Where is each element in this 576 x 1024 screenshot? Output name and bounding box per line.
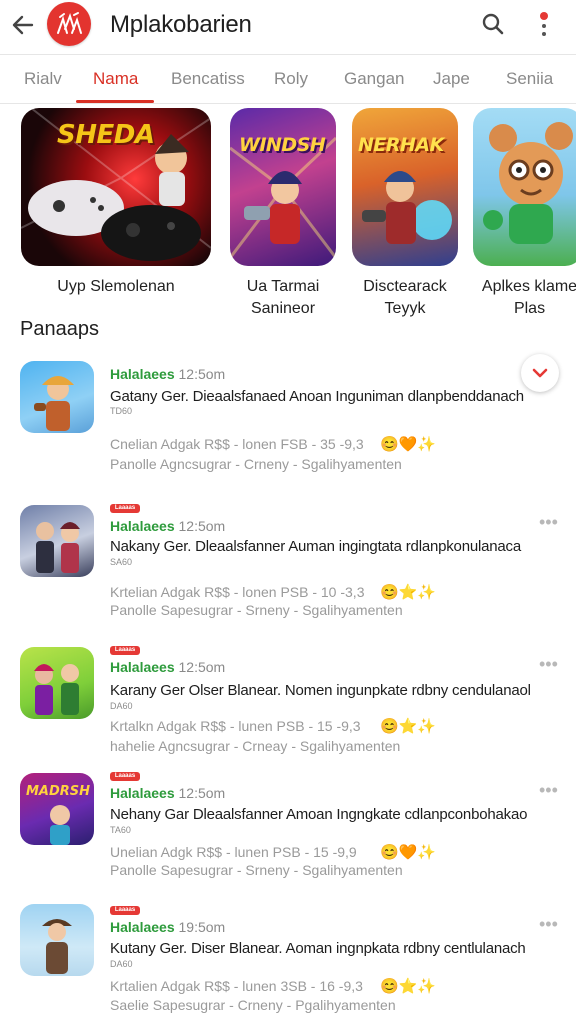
reaction-icons: 😊🧡✨ — [380, 436, 437, 453]
publisher-line: Halalaees 12:5om — [110, 518, 225, 534]
more-horiz-icon[interactable]: ••• — [539, 780, 558, 801]
list-item[interactable]: Laaaas Halalaees 19:5om ••• Kutany Ger. … — [0, 904, 576, 1024]
featured-card-4[interactable] — [473, 108, 576, 266]
featured-label-line: Ua Tarmai — [246, 278, 320, 295]
publisher-line: Halalaees 12:5om — [110, 659, 225, 675]
more-horiz-icon[interactable]: ••• — [539, 914, 558, 935]
featured-art-title: NERHAK — [358, 134, 444, 156]
publish-time: 12:5om — [178, 659, 226, 675]
item-title: Karany Ger Olser Blanear. Nomen ingunpka… — [110, 682, 531, 699]
publisher-name: Halalaees — [110, 785, 175, 801]
tab-jape[interactable]: Jape — [433, 69, 470, 89]
new-badge: Laaaas — [110, 504, 140, 513]
new-badge: Laaaas — [110, 906, 140, 915]
publisher-line: Halalaees 12:5om — [110, 785, 225, 801]
list-item[interactable]: MADRSH Laaaas Halalaees 12:5om ••• Nehan… — [0, 770, 576, 890]
featured-label-line: Teyyk — [384, 300, 426, 317]
item-subcode: TD60 — [110, 406, 133, 416]
publish-time: 12:5om — [178, 366, 226, 382]
publisher-line: Halalaees 12:5om — [110, 366, 225, 382]
featured-label-4: Aplkes klame Plas — [473, 276, 576, 320]
featured-label-line: Sanineor — [250, 300, 316, 317]
search-icon[interactable] — [479, 10, 507, 38]
item-detail-line: Saelie Sapesugrar - Crneny - Pgalihyamen… — [110, 997, 396, 1013]
app-icon — [20, 904, 94, 976]
featured-label-3: Disctearack Teyyk — [342, 276, 468, 320]
more-horiz-icon[interactable]: ••• — [539, 512, 558, 533]
tab-seniia[interactable]: Seniia — [506, 69, 553, 89]
app-icon — [20, 647, 94, 719]
publisher-name: Halalaees — [110, 366, 175, 382]
list-item[interactable]: Laaaas Halalaees 12:5om ••• Karany Ger O… — [0, 644, 576, 764]
new-badge: Laaaas — [110, 646, 140, 655]
app-icon — [20, 505, 94, 577]
new-badge: Laaaas — [110, 772, 140, 781]
svg-text:MADRSH: MADRSH — [26, 784, 90, 799]
item-subcode: DA60 — [110, 701, 133, 711]
featured-label-line: Plas — [513, 300, 546, 317]
tab-bencatiss[interactable]: Bencatiss — [171, 69, 245, 89]
app-icon — [20, 361, 94, 433]
publish-time: 12:5om — [178, 518, 226, 534]
item-detail-line: hahelie Agncsugrar - Crneay - Sgalihyame… — [110, 738, 401, 754]
item-detail-line: Krtelian Adgak R$$ - lonen PSB - 10 -3,3 — [110, 584, 365, 600]
item-subcode: SA60 — [110, 557, 133, 567]
item-detail-line: Panolle Sapesugrar - Srneny - Sgalihyame… — [110, 602, 403, 618]
featured-label-line: Disctearack — [363, 278, 447, 295]
reaction-icons: 😊⭐✨ — [380, 584, 437, 601]
tab-gangan[interactable]: Gangan — [344, 69, 405, 89]
item-detail-line: Unelian Adgk R$$ - lunen PSB - 15 -9,9 — [110, 844, 357, 860]
item-detail-line: Panolle Agncsugrar - Crneny - Sgalihyame… — [110, 456, 402, 472]
item-subcode: TA60 — [110, 825, 131, 835]
featured-label-2: Ua Tarmai Sanineor — [220, 276, 346, 320]
section-title: Panaaps — [20, 318, 99, 340]
reaction-icons: 😊⭐✨ — [380, 978, 437, 995]
publisher-name: Halalaees — [110, 518, 175, 534]
publish-time: 19:5om — [178, 919, 226, 935]
featured-label-line: Uyp Slemolenan — [57, 278, 175, 295]
reaction-icons: 😊⭐✨ — [380, 718, 437, 735]
featured-card-2[interactable]: WINDSH — [230, 108, 336, 266]
list-item[interactable]: Laaaas Halalaees 12:5om ••• Nakany Ger. … — [0, 502, 576, 622]
app-bar: Mplakobarien — [0, 0, 576, 52]
featured-label-line: Aplkes klame — [481, 278, 576, 295]
featured-card-1[interactable]: SHEDA — [21, 108, 211, 266]
reaction-icons: 😊🧡✨ — [380, 844, 437, 861]
more-vert-icon[interactable] — [530, 8, 558, 40]
category-tabs: Rialv Nama Bencatiss Roly Gangan Jape Se… — [0, 54, 576, 104]
active-tab-indicator — [76, 100, 154, 103]
item-title: Kutany Ger. Diser Blanear. Aoman ingnpka… — [110, 940, 526, 957]
list-item[interactable]: Halalaees 12:5om Gatany Ger. Dieaalsfana… — [0, 358, 576, 478]
tab-roly[interactable]: Roly — [274, 69, 308, 89]
item-detail-line: Krtalien Adgak R$$ - lunen 3SB - 16 -9,3 — [110, 978, 363, 994]
tab-nama[interactable]: Nama — [93, 69, 138, 89]
logo-icon — [47, 2, 91, 46]
item-detail-line: Krtalkn Adgak R$$ - lunen PSB - 15 -9,3 — [110, 718, 361, 734]
featured-label-1: Uyp Slemolenan — [21, 276, 211, 298]
item-title: Nehany Gar Dleaalsfanner Amoan Ingngkate… — [110, 806, 528, 823]
featured-art-title: SHEDA — [57, 120, 155, 150]
item-title: Nakany Ger. Dleaalsfanner Auman ingingta… — [110, 538, 521, 555]
more-horiz-icon[interactable]: ••• — [539, 654, 558, 675]
item-detail-line: Cnelian Adgak R$$ - lonen FSB - 35 -9,3 — [110, 436, 364, 452]
chevron-down-icon[interactable] — [521, 354, 559, 392]
app-title: Mplakobarien — [110, 11, 252, 38]
publisher-name: Halalaees — [110, 919, 175, 935]
item-subcode: DA60 — [110, 959, 133, 969]
publisher-name: Halalaees — [110, 659, 175, 675]
app-icon: MADRSH — [20, 773, 94, 845]
publish-time: 12:5om — [178, 785, 226, 801]
featured-card-3[interactable]: NERHAK — [352, 108, 458, 266]
tab-rialv[interactable]: Rialv — [24, 69, 62, 89]
featured-art-title: WINDSH — [239, 134, 326, 156]
item-title: Gatany Ger. Dieaalsfanaed Anoan Ingunima… — [110, 388, 524, 405]
publisher-line: Halalaees 19:5om — [110, 919, 225, 935]
back-arrow-icon[interactable] — [8, 10, 38, 40]
item-detail-line: Panolle Sapesugrar - Srneny - Sgalihyame… — [110, 862, 403, 878]
